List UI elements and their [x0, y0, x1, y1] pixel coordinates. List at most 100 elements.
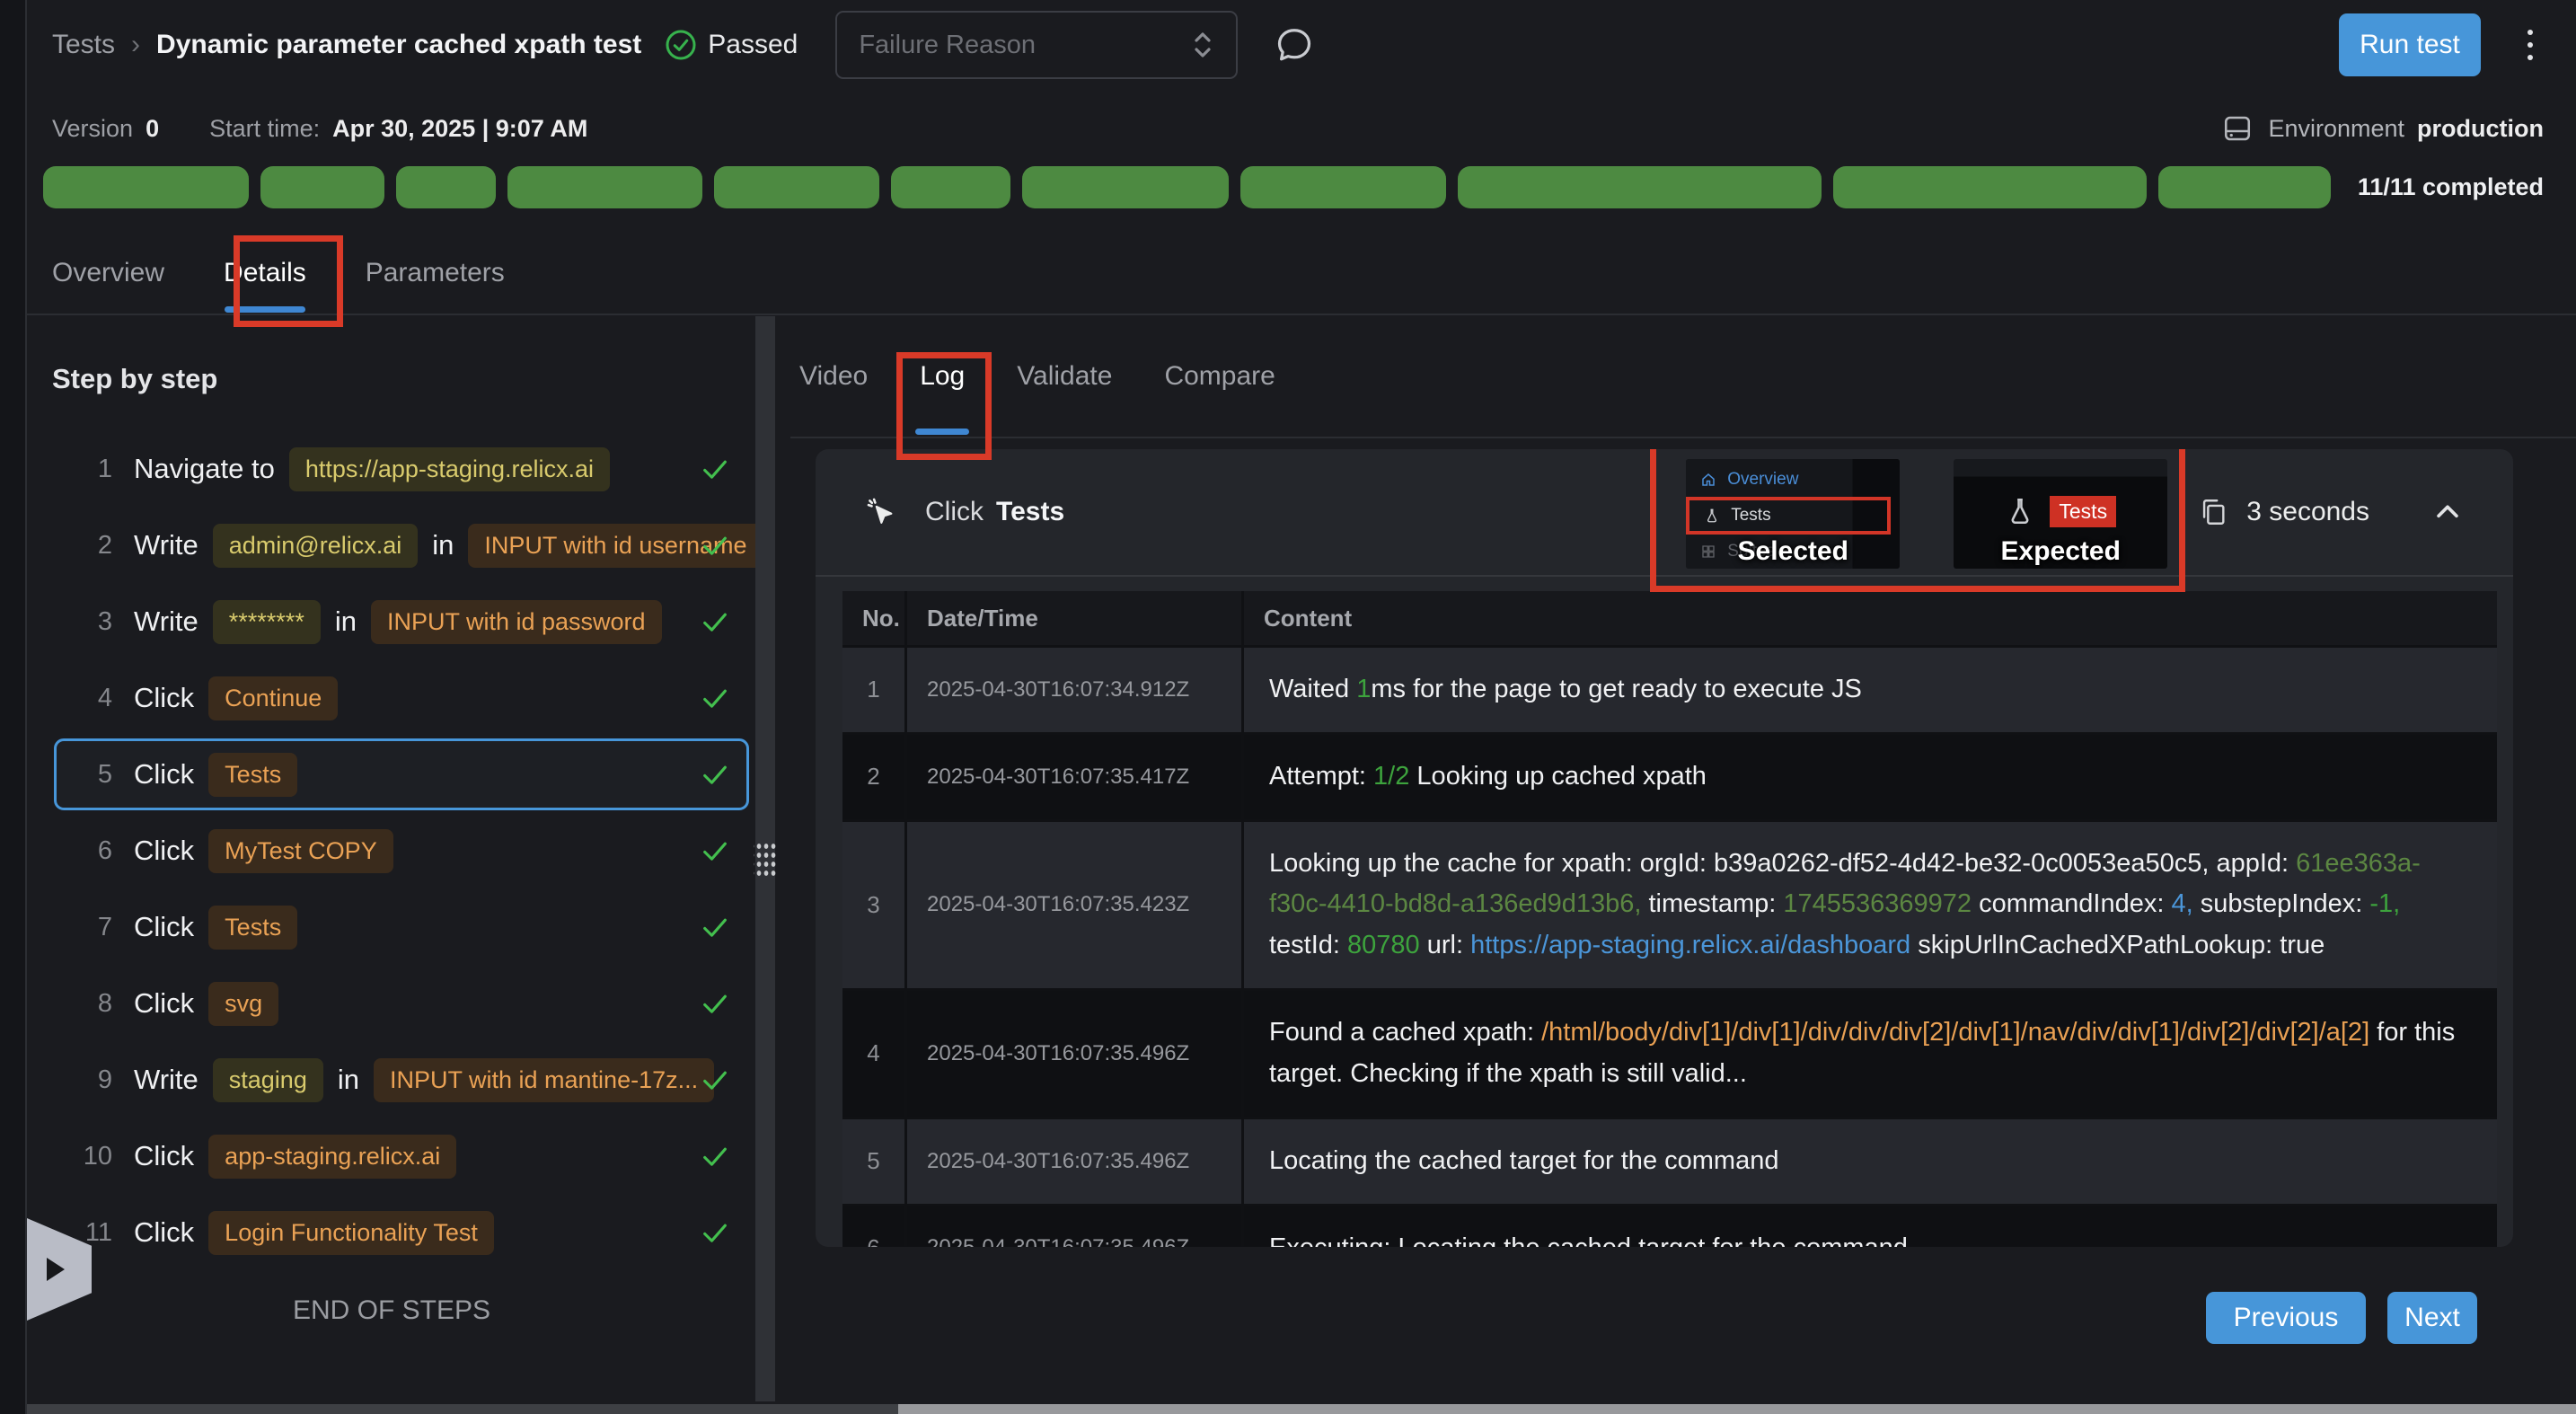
- log-text-segment: substepIndex:: [2193, 889, 2370, 918]
- selected-thumbnail[interactable]: Overview Tests: [1686, 459, 1900, 569]
- step-number: 1: [57, 455, 112, 484]
- flask-icon: [1704, 508, 1720, 524]
- version-value: 0: [146, 115, 159, 143]
- log-text-segment: timestamp:: [1641, 889, 1783, 918]
- collapse-log-button[interactable]: [2432, 497, 2463, 527]
- comment-button[interactable]: [1274, 24, 1315, 66]
- end-of-steps-label: END OF STEPS: [27, 1295, 756, 1326]
- step-number: 11: [57, 1218, 112, 1248]
- tab-details[interactable]: Details: [224, 232, 306, 314]
- annotation-box-mini-tests: Tests: [1686, 497, 1891, 535]
- step-row-10[interactable]: 10Clickapp-staging.relicx.ai: [54, 1120, 749, 1192]
- failure-reason-select[interactable]: Failure Reason: [835, 11, 1238, 79]
- tab-overview[interactable]: Overview: [52, 232, 164, 314]
- panel-resize-handle[interactable]: [754, 840, 777, 879]
- log-row-2: 22025-04-30T16:07:35.417ZAttempt: 1/2 Lo…: [842, 735, 2497, 822]
- cursor-click-icon: [862, 493, 900, 531]
- horizontal-scrollbar-thumb[interactable]: [898, 1404, 2576, 1414]
- progress-segment-10: [1833, 166, 2147, 208]
- step-row-6[interactable]: 6ClickMyTest COPY: [54, 815, 749, 887]
- step-number: 8: [57, 989, 112, 1019]
- step-target-badge: svg: [208, 982, 278, 1026]
- expected-highlight: Tests: [2050, 496, 2116, 527]
- step-row-9[interactable]: 9WritestaginginINPUT with id mantine-17z…: [54, 1044, 749, 1116]
- log-text-segment: 1: [1356, 675, 1371, 703]
- copy-icon[interactable]: [2198, 497, 2228, 527]
- step-target-badge: MyTest COPY: [208, 829, 393, 873]
- tab-details-label: Details: [224, 258, 306, 288]
- step-value-badge: https://app-staging.relicx.ai: [289, 447, 610, 491]
- next-button[interactable]: Next: [2387, 1292, 2477, 1344]
- step-success-check-icon: [700, 1065, 730, 1095]
- selected-thumbnail-label: Selected: [1686, 536, 1900, 567]
- progress-segment-5: [714, 166, 879, 208]
- step-text: Click: [134, 987, 194, 1020]
- meta-row: Version 0 Start time: Apr 30, 2025 | 9:0…: [27, 106, 2576, 151]
- step-row-3[interactable]: 3Write********inINPUT with id password: [54, 586, 749, 658]
- detail-tab-log[interactable]: Log: [920, 316, 965, 437]
- log-link[interactable]: 4,: [2171, 889, 2192, 918]
- run-test-button[interactable]: Run test: [2339, 13, 2481, 76]
- more-options-button[interactable]: [2527, 30, 2533, 60]
- chat-bubble-icon: [1274, 24, 1315, 66]
- log-link[interactable]: https://app-staging.relicx.ai/dashboard: [1470, 931, 1910, 959]
- step-success-check-icon: [700, 835, 730, 866]
- log-row-content: Found a cached xpath: /html/body/div[1]/…: [1244, 991, 2497, 1117]
- steps-list: 1Navigate tohttps://app-staging.relicx.a…: [27, 433, 756, 1268]
- log-row-number: 2: [842, 735, 907, 819]
- log-text-segment: url:: [1420, 931, 1470, 959]
- environment-icon: [2221, 112, 2254, 145]
- main-tabs: Overview Details Parameters: [27, 232, 2576, 314]
- step-value-badge: ********: [213, 600, 321, 644]
- detail-tab-compare[interactable]: Compare: [1164, 316, 1275, 437]
- step-row-5[interactable]: 5ClickTests: [54, 738, 749, 810]
- detail-tab-video[interactable]: Video: [799, 316, 868, 437]
- log-row-content: Waited 1ms for the page to get ready to …: [1244, 648, 2497, 732]
- log-text-segment: Locating the cached target for the comma…: [1269, 1146, 1778, 1175]
- step-number: 7: [57, 913, 112, 942]
- step-success-check-icon: [700, 530, 730, 561]
- expected-thumbnail[interactable]: Tests Expected: [1954, 459, 2167, 569]
- step-row-11[interactable]: 11 ClickLogin Functionality Test: [54, 1197, 749, 1268]
- environment-group: Environment production: [2221, 112, 2544, 145]
- log-row-3: 32025-04-30T16:07:35.423ZLooking up the …: [842, 822, 2497, 991]
- horizontal-scrollbar[interactable]: [27, 1404, 2576, 1414]
- panel-divider-scrollbar[interactable]: [755, 316, 775, 1401]
- step-row-1[interactable]: 1Navigate tohttps://app-staging.relicx.a…: [54, 433, 749, 505]
- step-row-2[interactable]: 2Writeadmin@relicx.aiinINPUT with id use…: [54, 509, 749, 581]
- step-row-7[interactable]: 7ClickTests: [54, 891, 749, 963]
- log-row-number: 1: [842, 648, 907, 732]
- mini-nav-overview: Overview: [1686, 464, 1900, 495]
- step-row-4[interactable]: 4ClickContinue: [54, 662, 749, 734]
- step-description: Click app-staging.relicx.ai: [134, 1135, 684, 1179]
- detail-tab-validate-label: Validate: [1017, 361, 1112, 392]
- log-row-timestamp: 2025-04-30T16:07:35.496Z: [907, 1119, 1244, 1204]
- log-action-verb: Click: [925, 497, 984, 527]
- log-text-segment: 1/2: [1373, 762, 1409, 791]
- log-text-segment: ms for the page to get ready to execute …: [1371, 675, 1861, 703]
- log-header: Click Tests Overview: [816, 449, 2513, 577]
- log-text-segment: /html/body/div[1]/div[1]/div/div/div[2]/…: [1541, 1018, 2369, 1047]
- progress-segment-8: [1240, 166, 1446, 208]
- step-text: Write: [134, 605, 198, 638]
- detail-tabs-divider: [790, 437, 2576, 438]
- log-row-1: 12025-04-30T16:07:34.912ZWaited 1ms for …: [842, 648, 2497, 735]
- expected-thumbnail-label: Expected: [1954, 536, 2167, 567]
- log-row-timestamp: 2025-04-30T16:07:35.496Z: [907, 1206, 1244, 1248]
- step-target-badge: app-staging.relicx.ai: [208, 1135, 456, 1179]
- step-success-check-icon: [700, 988, 730, 1019]
- step-number: 3: [57, 607, 112, 637]
- step-text: Click: [134, 1140, 194, 1172]
- detail-tab-validate[interactable]: Validate: [1017, 316, 1112, 437]
- step-description: ClickLogin Functionality Test: [134, 1211, 684, 1255]
- step-progress-bar: [43, 166, 2331, 208]
- breadcrumb[interactable]: Tests: [52, 30, 115, 60]
- mini-nav-tests: Tests: [1689, 500, 1887, 531]
- tab-parameters[interactable]: Parameters: [366, 232, 505, 314]
- log-row-number: 4: [842, 991, 907, 1117]
- status-badge: Passed: [665, 29, 798, 61]
- progress-segment-4: [507, 166, 702, 208]
- step-text: Click: [134, 835, 194, 867]
- step-row-8[interactable]: 8 Click svg: [54, 968, 749, 1039]
- previous-button[interactable]: Previous: [2206, 1292, 2366, 1344]
